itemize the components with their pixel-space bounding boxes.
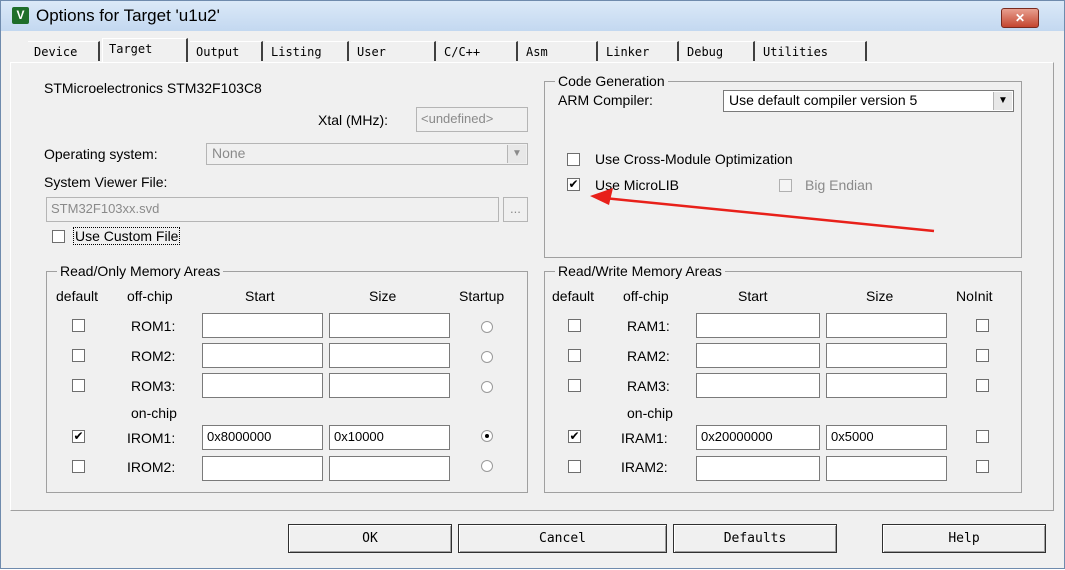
- ram-group-title: Read/Write Memory Areas: [555, 263, 725, 279]
- irom1-size-input[interactable]: 0x10000: [329, 425, 450, 450]
- ram-header-start: Start: [738, 288, 768, 304]
- iram1-label: IRAM1:: [621, 430, 668, 446]
- rom-header-default: default: [56, 288, 99, 304]
- ram2-start-input[interactable]: [696, 343, 820, 368]
- iram2-start-input[interactable]: [696, 456, 820, 481]
- ram-onchip-label: on-chip: [627, 405, 673, 421]
- rom1-default-checkbox[interactable]: [72, 319, 85, 332]
- rom-onchip-label: on-chip: [131, 405, 177, 421]
- ram2-noinit-checkbox[interactable]: [976, 349, 989, 362]
- irom2-label: IROM2:: [127, 459, 176, 475]
- tab-target[interactable]: Target: [102, 38, 188, 62]
- iram2-size-input[interactable]: [826, 456, 947, 481]
- ram1-size-input[interactable]: [826, 313, 947, 338]
- rom-header-start: Start: [245, 288, 275, 304]
- irom1-startup-radio[interactable]: [481, 430, 493, 442]
- rom-header-offchip: off-chip: [127, 288, 173, 304]
- irom1-start-input[interactable]: 0x8000000: [202, 425, 323, 450]
- rom2-startup-radio[interactable]: [481, 351, 493, 363]
- ram3-label: RAM3:: [627, 378, 670, 394]
- rom2-default-checkbox[interactable]: [72, 349, 85, 362]
- ram1-default-checkbox[interactable]: [568, 319, 581, 332]
- ram-header-offchip: off-chip: [623, 288, 669, 304]
- ram3-start-input[interactable]: [696, 373, 820, 398]
- help-button[interactable]: Help: [882, 524, 1046, 553]
- iram2-default-checkbox[interactable]: [568, 460, 581, 473]
- rom-header-size: Size: [369, 288, 397, 304]
- rom3-startup-radio[interactable]: [481, 381, 493, 393]
- iram2-label: IRAM2:: [621, 459, 668, 475]
- rom1-label: ROM1:: [131, 318, 176, 334]
- iram1-size-input[interactable]: 0x5000: [826, 425, 947, 450]
- ram1-start-input[interactable]: [696, 313, 820, 338]
- options-dialog: V Options for Target 'u1u2' ✕ Device Tar…: [0, 0, 1065, 569]
- check-icon: ✔: [569, 429, 580, 443]
- ram1-label: RAM1:: [627, 318, 670, 334]
- rom3-size-input[interactable]: [329, 373, 450, 398]
- ram3-noinit-checkbox[interactable]: [976, 379, 989, 392]
- rom1-start-input[interactable]: [202, 313, 323, 338]
- ram-header-size: Size: [866, 288, 894, 304]
- rom-group-title: Read/Only Memory Areas: [57, 263, 224, 279]
- rom2-size-input[interactable]: [329, 343, 450, 368]
- irom2-startup-radio[interactable]: [481, 460, 493, 472]
- ram1-noinit-checkbox[interactable]: [976, 319, 989, 332]
- rom1-size-input[interactable]: [329, 313, 450, 338]
- irom2-size-input[interactable]: [329, 456, 450, 481]
- rom3-label: ROM3:: [131, 378, 176, 394]
- irom1-label: IROM1:: [127, 430, 176, 446]
- iram1-start-input[interactable]: 0x20000000: [696, 425, 820, 450]
- cancel-button[interactable]: Cancel: [458, 524, 667, 553]
- defaults-button[interactable]: Defaults: [673, 524, 837, 553]
- ram2-label: RAM2:: [627, 348, 670, 364]
- ram-header-noinit: NoInit: [956, 288, 993, 304]
- irom1-default-checkbox[interactable]: ✔: [72, 430, 85, 443]
- irom2-start-input[interactable]: [202, 456, 323, 481]
- irom2-default-checkbox[interactable]: [72, 460, 85, 473]
- rom-header-startup: Startup: [459, 288, 505, 304]
- ok-button[interactable]: OK: [288, 524, 452, 553]
- check-icon: ✔: [73, 429, 84, 443]
- ram2-size-input[interactable]: [826, 343, 947, 368]
- iram1-default-checkbox[interactable]: ✔: [568, 430, 581, 443]
- rom3-start-input[interactable]: [202, 373, 323, 398]
- rom2-start-input[interactable]: [202, 343, 323, 368]
- ram3-default-checkbox[interactable]: [568, 379, 581, 392]
- iram1-noinit-checkbox[interactable]: [976, 430, 989, 443]
- rom1-startup-radio[interactable]: [481, 321, 493, 333]
- ram3-size-input[interactable]: [826, 373, 947, 398]
- iram2-noinit-checkbox[interactable]: [976, 460, 989, 473]
- rom2-label: ROM2:: [131, 348, 176, 364]
- ram-header-default: default: [552, 288, 595, 304]
- ram2-default-checkbox[interactable]: [568, 349, 581, 362]
- rom3-default-checkbox[interactable]: [72, 379, 85, 392]
